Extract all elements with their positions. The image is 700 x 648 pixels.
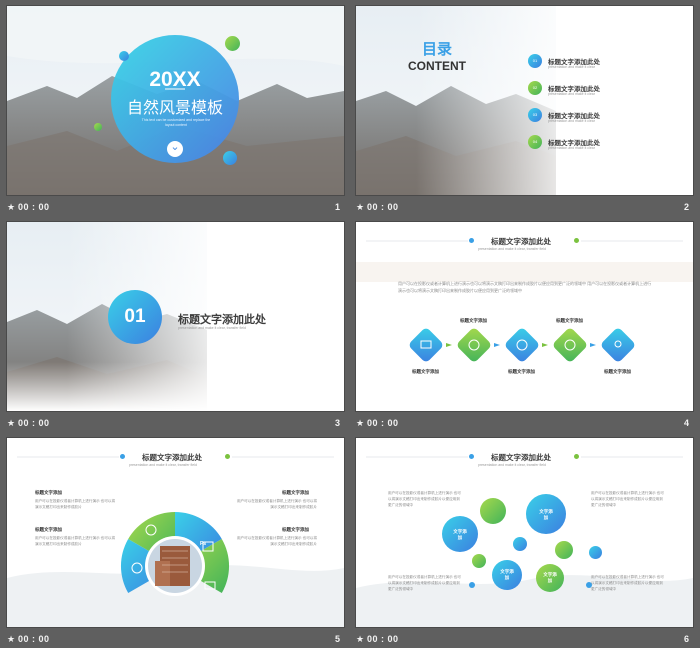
toc-heading-en: CONTENT bbox=[408, 59, 466, 73]
slide-number: 1 bbox=[334, 202, 340, 212]
bubble-text: 用户可以在投影仪或者计算机上进行演示 也可以将演示文稿打印出来制作成胶片以便应用… bbox=[388, 491, 461, 507]
section-number-badge: 01 bbox=[108, 290, 162, 344]
transition-star-icon: ★ bbox=[7, 418, 16, 428]
decor-dot-blue bbox=[513, 537, 527, 551]
decor-dot-green bbox=[555, 541, 573, 559]
slide5-subtitle: presentation and make it clear, transfer… bbox=[129, 463, 197, 467]
block-text: 用户可以在投影仪或者计算机上进行演示 也可以将演示文稿打印出来制作成胶片 bbox=[236, 536, 317, 546]
slide6-subtitle: presentation and make it clear, transfer… bbox=[478, 463, 546, 467]
blue-dot bbox=[119, 51, 129, 61]
slide5-title: 标题文字添加此处 bbox=[142, 453, 202, 462]
toc-item-sub: presentation and make it clear bbox=[548, 146, 595, 150]
transition-star-icon: ★ bbox=[356, 634, 365, 644]
slide-thumbnail-6[interactable]: 标题文字添加此处 presentation and make it clear,… bbox=[356, 438, 693, 627]
toc-item-sub: presentation and make it clear bbox=[548, 92, 595, 96]
bubble-label: 文字添加 bbox=[539, 509, 553, 520]
chevron-down-icon[interactable]: ⌄ bbox=[167, 141, 183, 157]
step-label: 标题文字添加 bbox=[556, 318, 583, 323]
slide-time: 00 : 00 bbox=[18, 418, 50, 428]
transition-star-icon: ★ bbox=[7, 202, 16, 212]
slide-number: 5 bbox=[334, 634, 340, 644]
toc-index-04: 04 bbox=[528, 135, 542, 149]
slide1-title: 20XX bbox=[149, 68, 201, 91]
blue-dot-small bbox=[223, 151, 237, 165]
slide-number: 4 bbox=[683, 418, 689, 428]
step-label: 标题文字添加 bbox=[508, 369, 535, 374]
toc-item-sub: presentation and make it clear bbox=[548, 119, 595, 123]
block-text: 用户可以在投影仪或者计算机上进行演示 也可以将演示文稿打印出来制作成胶片 bbox=[35, 536, 116, 546]
step-label: 标题文字添加 bbox=[604, 369, 631, 374]
section-title: 标题文字添加此处 bbox=[178, 314, 266, 326]
transition-star-icon: ★ bbox=[356, 202, 365, 212]
toc-index-03: 03 bbox=[528, 108, 542, 122]
slide-meta-2: ★ 00 : 00 2 bbox=[356, 200, 693, 216]
step-label: 标题文字添加 bbox=[412, 369, 439, 374]
slide-thumbnail-3[interactable]: 01 标题文字添加此处 presentation and make it cle… bbox=[7, 222, 344, 411]
decor-dot-blue bbox=[589, 546, 602, 559]
slide-number: 2 bbox=[683, 202, 689, 212]
decor-dot-small bbox=[586, 582, 592, 588]
bubble-label: 文字添加 bbox=[543, 572, 557, 583]
slide-time: 00 : 00 bbox=[18, 202, 50, 212]
slide1-desc: This text can be customized and replace … bbox=[141, 118, 211, 127]
block-label: 标题文字添加 bbox=[282, 527, 309, 532]
slide-meta-3: ★ 00 : 00 3 bbox=[7, 416, 344, 432]
step-label: 标题文字添加 bbox=[460, 318, 487, 323]
decor-dot-green bbox=[472, 554, 486, 568]
decor-dot-green bbox=[480, 498, 506, 524]
slide-meta-4: ★ 00 : 00 4 bbox=[356, 416, 693, 432]
decor-dot-small bbox=[469, 582, 475, 588]
block-text: 用户可以在投影仪或者计算机上进行演示 也可以将演示文稿打印出来制作成胶片 bbox=[35, 499, 116, 509]
slide-time: 00 : 00 bbox=[367, 202, 399, 212]
transition-star-icon: ★ bbox=[356, 418, 365, 428]
slide-number: 6 bbox=[683, 634, 689, 644]
section-subtitle: presentation and make it clear, transfer… bbox=[178, 326, 246, 330]
slide-thumbnail-5[interactable]: 标题文字添加此处 presentation and make it clear,… bbox=[7, 438, 344, 627]
bubble-label: 文字添加 bbox=[453, 529, 467, 540]
mountain-background bbox=[356, 6, 693, 195]
photoshop-icon: Ps bbox=[200, 541, 207, 547]
toc-index-02: 02 bbox=[528, 81, 542, 95]
toc-item-sub: presentation and make it clear bbox=[548, 65, 595, 69]
slide-time: 00 : 00 bbox=[18, 634, 50, 644]
block-text: 用户可以在投影仪或者计算机上进行演示 也可以将演示文稿打印出来制作成胶片 bbox=[236, 499, 317, 509]
title-dot-right bbox=[574, 454, 579, 459]
green-dot bbox=[225, 36, 240, 51]
title-dot-left bbox=[469, 454, 474, 459]
slide1-subtitle: 自然风景模板 bbox=[126, 100, 224, 117]
transition-star-icon: ★ bbox=[7, 634, 16, 644]
circular-segment-diagram bbox=[120, 512, 230, 596]
block-label: 标题文字添加 bbox=[35, 527, 62, 532]
slide-thumbnail-2[interactable]: 目录 CONTENT 01 标题文字添加此处 presentation and … bbox=[356, 6, 693, 195]
bubble-text: 用户可以在投影仪或者计算机上进行演示 也可以将演示文稿打印出来制作成胶片以便应用… bbox=[591, 491, 664, 507]
slide6-title: 标题文字添加此处 bbox=[491, 453, 551, 462]
slide-thumbnail-1[interactable]: 20XX 自然风景模板 This text can be customized … bbox=[7, 6, 344, 195]
toc-heading: 目录 bbox=[422, 41, 453, 58]
slide-meta-1: ★ 00 : 00 1 bbox=[7, 200, 344, 216]
block-label: 标题文字添加 bbox=[35, 490, 62, 495]
slide-number: 3 bbox=[334, 418, 340, 428]
slide-time: 00 : 00 bbox=[367, 418, 399, 428]
bubble-text: 用户可以在投影仪或者计算机上进行演示 也可以将演示文稿打印出来制作成胶片以便应用… bbox=[591, 575, 664, 591]
toc-index-01: 01 bbox=[528, 54, 542, 68]
green-dot-small bbox=[94, 123, 102, 131]
mountain-background bbox=[7, 222, 344, 411]
block-label: 标题文字添加 bbox=[282, 490, 309, 495]
slide-thumbnail-4[interactable]: 标题文字添加此处 presentation and make it clear,… bbox=[356, 222, 693, 411]
title-dot-right bbox=[225, 454, 230, 459]
bubble-label: 文字添加 bbox=[500, 569, 514, 580]
slide-time: 00 : 00 bbox=[367, 634, 399, 644]
bubble-text: 用户可以在投影仪或者计算机上进行演示 也可以将演示文稿打印出来制作成胶片以便应用… bbox=[388, 575, 461, 591]
title-dot-left bbox=[120, 454, 125, 459]
process-flow-diagram bbox=[409, 328, 635, 362]
